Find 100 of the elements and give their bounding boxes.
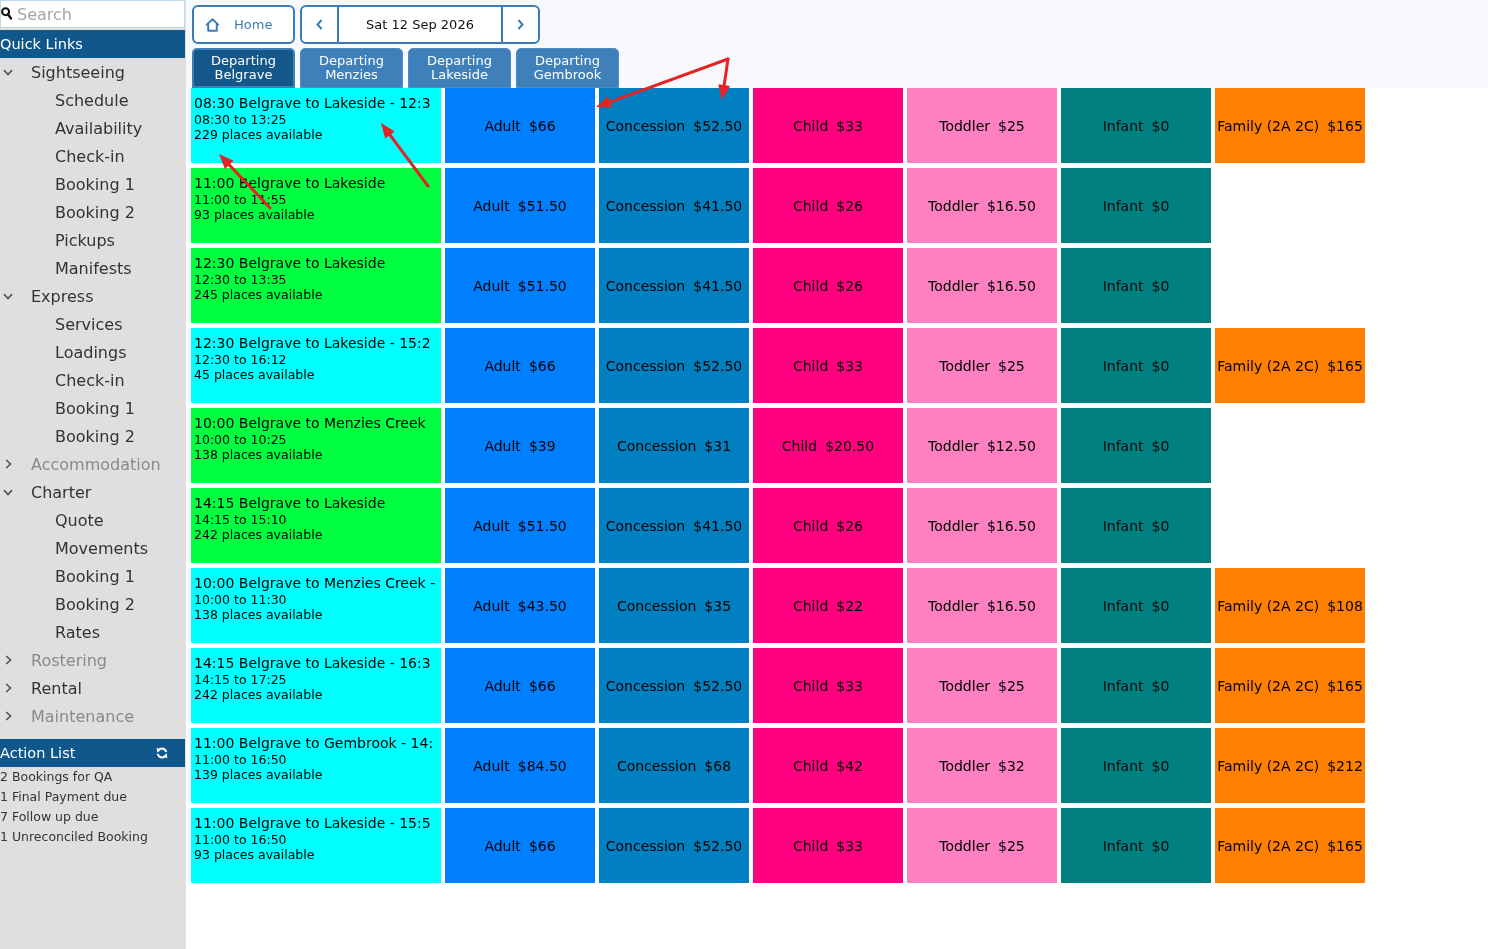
service-cell[interactable]: 11:00 Belgrave to Lakeside - 15:5 11:00 to 16:50 93 places available	[191, 808, 441, 883]
fare-cell[interactable]: Concession $41.50	[599, 248, 749, 323]
fare-cell[interactable]: Adult $66	[445, 328, 595, 403]
fare-cell[interactable]: Toddler $16.50	[907, 248, 1057, 323]
tree-item[interactable]: Movements	[0, 534, 186, 562]
tree-item[interactable]: Booking 1	[0, 170, 186, 198]
fare-cell[interactable]: Infant $0	[1061, 568, 1211, 643]
fare-cell[interactable]: Infant $0	[1061, 88, 1211, 163]
tree-item[interactable]: Express	[0, 282, 186, 310]
fare-cell[interactable]: Concession $52.50	[599, 808, 749, 883]
fare-cell[interactable]: Child $26	[753, 248, 903, 323]
fare-cell[interactable]: Adult $66	[445, 88, 595, 163]
fare-cell[interactable]: Concession $52.50	[599, 648, 749, 723]
action-item[interactable]: 7 Follow up due	[0, 807, 99, 827]
tree-item[interactable]: Schedule	[0, 86, 186, 114]
tree-item[interactable]: Pickups	[0, 226, 186, 254]
service-cell[interactable]: 10:00 Belgrave to Menzies Creek 10:00 to 10:25 138 places available	[191, 408, 441, 483]
action-item[interactable]: 2 Bookings for QA	[0, 767, 113, 787]
fare-cell[interactable]: Concession $52.50	[599, 328, 749, 403]
fare-cell[interactable]: Adult $51.50	[445, 488, 595, 563]
fare-cell[interactable]: Toddler $25	[907, 88, 1057, 163]
fare-cell[interactable]: Toddler $25	[907, 648, 1057, 723]
tab[interactable]: Departing Gembrook	[516, 48, 619, 88]
search-field[interactable]: Search	[0, 0, 185, 28]
tree-item[interactable]: Check-in	[0, 142, 186, 170]
tree-item[interactable]: Check-in	[0, 366, 186, 394]
service-cell[interactable]: 11:00 Belgrave to Gembrook - 14: 11:00 to 16:50 139 places available	[191, 728, 441, 803]
fare-cell[interactable]: Toddler $25	[907, 808, 1057, 883]
next-button[interactable]	[501, 7, 538, 42]
fare-cell[interactable]: Infant $0	[1061, 168, 1211, 243]
tree-item[interactable]: Sightseeing	[0, 58, 186, 86]
fare-cell[interactable]: Concession $41.50	[599, 168, 749, 243]
fare-cell[interactable]: Adult $84.50	[445, 728, 595, 803]
fare-cell[interactable]: Family (2A 2C) $165	[1215, 808, 1365, 883]
fare-cell[interactable]: Concession $31	[599, 408, 749, 483]
fare-cell[interactable]: Toddler $25	[907, 328, 1057, 403]
fare-cell[interactable]: Child $22	[753, 568, 903, 643]
tree-item[interactable]: Charter	[0, 478, 186, 506]
fare-cell[interactable]: Adult $39	[445, 408, 595, 483]
tree-item[interactable]: Booking 1	[0, 394, 186, 422]
fare-cell[interactable]: Concession $35	[599, 568, 749, 643]
service-cell[interactable]: 12:30 Belgrave to Lakeside - 15:2 12:30 to 16:12 45 places available	[191, 328, 441, 403]
fare-cell[interactable]: Family (2A 2C) $165	[1215, 88, 1365, 163]
service-cell[interactable]: 10:00 Belgrave to Menzies Creek - 10:00 to 11:30 138 places available	[191, 568, 441, 643]
tree-item[interactable]: Availability	[0, 114, 186, 142]
fare-cell[interactable]: Child $26	[753, 168, 903, 243]
fare-cell[interactable]: Family (2A 2C) $212	[1215, 728, 1365, 803]
service-cell[interactable]: 08:30 Belgrave to Lakeside - 12:3 08:30 to 13:25 229 places available	[191, 88, 441, 163]
fare-cell[interactable]: Family (2A 2C) $108	[1215, 568, 1365, 643]
fare-cell[interactable]: Child $33	[753, 808, 903, 883]
fare-cell[interactable]: Concession $52.50	[599, 88, 749, 163]
fare-cell[interactable]: Adult $51.50	[445, 248, 595, 323]
fare-cell[interactable]: Infant $0	[1061, 408, 1211, 483]
fare-cell[interactable]: Toddler $12.50	[907, 408, 1057, 483]
refresh-icon[interactable]	[156, 747, 168, 759]
fare-cell[interactable]: Infant $0	[1061, 808, 1211, 883]
service-times: 14:15 to 15:10	[194, 512, 288, 527]
fare-cell[interactable]: Child $26	[753, 488, 903, 563]
fare-cell[interactable]: Adult $51.50	[445, 168, 595, 243]
fare-cell[interactable]: Child $20.50	[753, 408, 903, 483]
service-cell[interactable]: 12:30 Belgrave to Lakeside 12:30 to 13:35 245 places available	[191, 248, 441, 323]
fare-cell[interactable]: Family (2A 2C) $165	[1215, 328, 1365, 403]
fare-cell[interactable]: Infant $0	[1061, 648, 1211, 723]
action-item[interactable]: 1 Final Payment due	[0, 787, 127, 807]
service-cell[interactable]: 14:15 Belgrave to Lakeside 14:15 to 15:10 242 places available	[191, 488, 441, 563]
fare-cell[interactable]: Family (2A 2C) $165	[1215, 648, 1365, 723]
tree-item[interactable]: Booking 2	[0, 590, 186, 618]
action-item[interactable]: 1 Unreconciled Booking	[0, 827, 148, 847]
tab[interactable]: Departing Menzies	[300, 48, 403, 88]
fare-cell[interactable]: Child $33	[753, 328, 903, 403]
tree-item[interactable]: Booking 1	[0, 562, 186, 590]
fare-cell[interactable]: Concession $68	[599, 728, 749, 803]
tree-item[interactable]: Manifests	[0, 254, 186, 282]
tab[interactable]: Departing Lakeside	[408, 48, 511, 88]
tree-item[interactable]: Booking 2	[0, 422, 186, 450]
fare-cell[interactable]: Concession $41.50	[599, 488, 749, 563]
fare-cell[interactable]: Adult $66	[445, 648, 595, 723]
fare-cell[interactable]: Infant $0	[1061, 248, 1211, 323]
fare-cell[interactable]: Adult $66	[445, 808, 595, 883]
fare-cell[interactable]: Toddler $16.50	[907, 568, 1057, 643]
tree-item[interactable]: Rates	[0, 618, 186, 646]
fare-cell[interactable]: Toddler $16.50	[907, 168, 1057, 243]
tree-item[interactable]: Rental	[0, 674, 186, 702]
tree-item[interactable]: Quote	[0, 506, 186, 534]
fare-cell[interactable]: Child $33	[753, 88, 903, 163]
fare-cell[interactable]: Infant $0	[1061, 488, 1211, 563]
tree-item[interactable]: Services	[0, 310, 186, 338]
tree-item[interactable]: Booking 2	[0, 198, 186, 226]
fare-cell[interactable]: Child $33	[753, 648, 903, 723]
fare-cell[interactable]: Toddler $16.50	[907, 488, 1057, 563]
previous-button[interactable]	[302, 7, 339, 42]
fare-cell[interactable]: Child $42	[753, 728, 903, 803]
tree-item[interactable]: Loadings	[0, 338, 186, 366]
tab[interactable]: Departing Belgrave	[192, 48, 295, 88]
service-cell[interactable]: 14:15 Belgrave to Lakeside - 16:3 14:15 to 17:25 242 places available	[191, 648, 441, 723]
fare-cell[interactable]: Infant $0	[1061, 328, 1211, 403]
fare-cell[interactable]: Infant $0	[1061, 728, 1211, 803]
home-button[interactable]: Home	[192, 5, 295, 44]
fare-cell[interactable]: Adult $43.50	[445, 568, 595, 643]
fare-cell[interactable]: Toddler $32	[907, 728, 1057, 803]
